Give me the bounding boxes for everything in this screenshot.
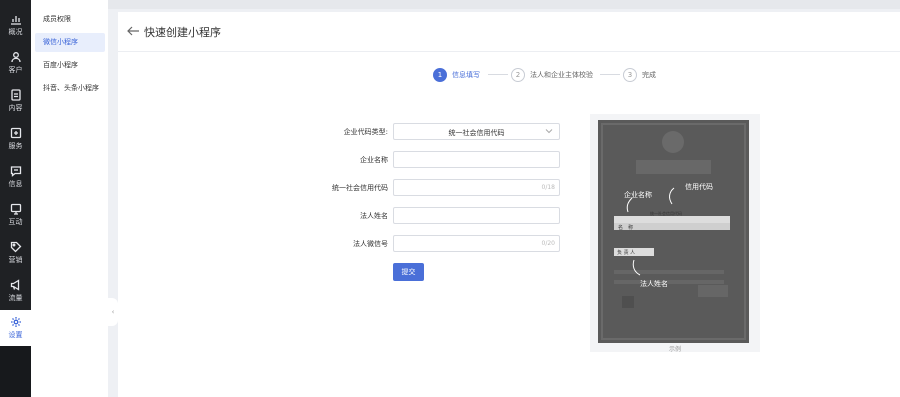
settings-submenu: 成员权限 微信小程序 百度小程序 抖音、头条小程序 <box>31 0 108 397</box>
interact-icon <box>10 203 21 215</box>
chart-icon <box>10 16 21 25</box>
step-1: 1 信息填写 <box>433 68 480 82</box>
nav-marketing[interactable]: 营销 <box>0 236 31 270</box>
nav-label: 概况 <box>8 28 23 36</box>
card-header: 快速创建小程序 <box>118 12 900 52</box>
step-label: 信息填写 <box>452 71 480 79</box>
nav-service[interactable]: 服务 <box>0 122 31 156</box>
submit-button[interactable]: 提交 <box>393 263 424 281</box>
step-connector <box>600 74 620 75</box>
nav-label: 服务 <box>8 142 23 150</box>
nav-traffic[interactable]: 流量 <box>0 274 31 308</box>
main-nav-rail: 概况 客户 内容 服务 信息 互动 营销 流量 设置 <box>0 0 31 397</box>
nav-overview[interactable]: 概况 <box>0 8 31 42</box>
company-name-label: 企业名称 <box>360 156 388 164</box>
rail-footer <box>0 346 31 397</box>
name-field: 名 称 <box>618 224 633 231</box>
service-icon <box>10 127 21 139</box>
tag-icon <box>10 241 21 253</box>
submenu-baidu-miniprogram[interactable]: 百度小程序 <box>35 56 105 75</box>
nav-label: 信息 <box>8 180 23 188</box>
nav-label: 流量 <box>8 294 23 302</box>
code-type-label: 企业代码类型: <box>343 128 388 136</box>
main-card: 快速创建小程序 1 信息填写 2 法人和企业主体校验 3 完成 企业代码类型: … <box>118 12 900 397</box>
nav-customers[interactable]: 客户 <box>0 46 31 80</box>
legal-wechat-label: 法人微信号 <box>353 240 388 248</box>
back-arrow-icon[interactable] <box>126 24 140 38</box>
step-number: 1 <box>433 68 447 82</box>
nav-settings[interactable]: 设置 <box>0 310 31 346</box>
nav-message[interactable]: 信息 <box>0 160 31 194</box>
chevron-down-icon <box>545 129 553 134</box>
code-type-value: 统一社会信用代码 <box>448 129 505 137</box>
annotation-code: 信用代码 <box>685 182 713 191</box>
step-3: 3 完成 <box>623 68 656 82</box>
legal-wechat-input[interactable]: 0/20 <box>393 235 560 252</box>
credit-code-field: 统一社会信用代码 <box>650 210 682 216</box>
top-strip <box>108 0 900 9</box>
nav-label: 客户 <box>8 66 23 74</box>
step-label: 完成 <box>642 71 656 79</box>
nav-label: 营销 <box>8 256 23 264</box>
credit-code-label: 统一社会信用代码 <box>332 184 388 192</box>
step-number: 2 <box>511 68 525 82</box>
legal-name-input[interactable] <box>393 207 560 224</box>
step-connector <box>488 74 508 75</box>
license-illustration: 企业名称 信用代码 法人姓名 统一社会信用代码 名 称 负 责 人 <box>598 120 749 343</box>
user-icon <box>10 52 21 63</box>
example-license-image: 企业名称 信用代码 法人姓名 统一社会信用代码 名 称 负 责 人 <box>598 120 749 343</box>
step-label: 法人和企业主体校验 <box>530 71 593 79</box>
code-type-select[interactable]: 统一社会信用代码 <box>393 123 560 140</box>
char-counter: 0/18 <box>541 184 555 191</box>
nav-interact[interactable]: 互动 <box>0 198 31 232</box>
step-2: 2 法人和企业主体校验 <box>511 68 593 82</box>
submenu-member-permissions[interactable]: 成员权限 <box>35 10 105 29</box>
collapse-menu-toggle[interactable]: ‹ <box>108 298 118 326</box>
credit-code-input[interactable]: 0/18 <box>393 179 560 196</box>
annotation-company: 企业名称 <box>624 190 652 199</box>
company-name-input[interactable] <box>393 151 560 168</box>
document-icon <box>10 89 21 101</box>
nav-label: 互动 <box>8 218 23 226</box>
step-number: 3 <box>623 68 637 82</box>
page-title: 快速创建小程序 <box>144 26 221 39</box>
megaphone-icon <box>10 279 19 291</box>
nav-label: 内容 <box>8 104 23 112</box>
gear-icon <box>10 317 21 327</box>
nav-label: 设置 <box>8 331 23 339</box>
annotation-legal: 法人姓名 <box>640 279 668 288</box>
nav-content[interactable]: 内容 <box>0 84 31 118</box>
legal-name-label: 法人姓名 <box>360 212 388 220</box>
char-counter: 0/20 <box>541 240 555 247</box>
submenu-douyin-miniprogram[interactable]: 抖音、头条小程序 <box>35 79 105 98</box>
legal-field: 负 责 人 <box>617 249 635 256</box>
chevron-left-icon: ‹ <box>111 308 115 316</box>
example-caption: 示例 <box>668 346 681 353</box>
submenu-wechat-miniprogram[interactable]: 微信小程序 <box>35 33 105 52</box>
message-icon <box>10 166 21 177</box>
